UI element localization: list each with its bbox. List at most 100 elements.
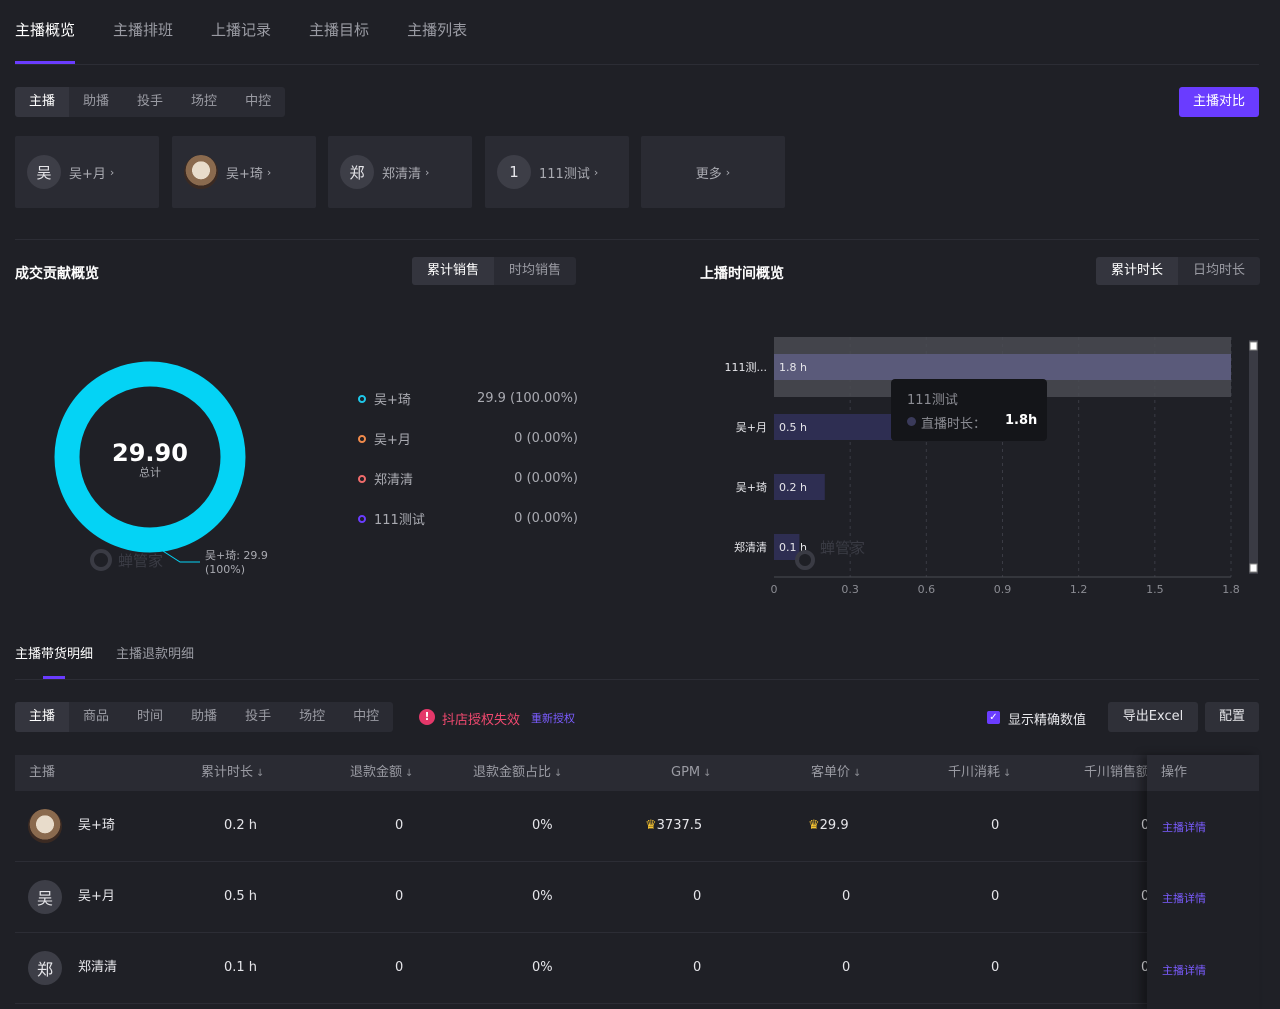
filter-ad-buyer[interactable]: 投手 (231, 702, 285, 732)
tab-cumulative-sales[interactable]: 累计销售 (412, 257, 495, 285)
more-label: 更多 (695, 166, 722, 182)
auth-warning-text: 抖店授权失效 (442, 713, 521, 728)
contribution-tabs: 累计销售 时均销售 (412, 257, 577, 285)
sort-icon[interactable]: ↓ (853, 768, 861, 779)
filter-product[interactable]: 商品 (69, 702, 123, 732)
role-ad-buyer[interactable]: 投手 (123, 87, 177, 117)
tooltip-title: 111测试 (907, 393, 958, 408)
tab-daily-duration[interactable]: 日均时长 (1178, 257, 1260, 285)
col-aov[interactable]: 客单价 ↓ (811, 755, 861, 792)
legend-dot (358, 434, 366, 443)
legend-item[interactable]: 郑清清 0 (0.00%) (358, 469, 578, 488)
zoom-handle-top[interactable] (1249, 341, 1258, 351)
bar[interactable] (774, 354, 1231, 380)
role-assistant[interactable]: 助播 (69, 87, 123, 117)
zoom-handle-bottom[interactable] (1249, 563, 1258, 573)
filter-time[interactable]: 时间 (123, 702, 177, 732)
anchor-name: 吴+月 (69, 166, 106, 182)
tab-schedule[interactable]: 主播排班 (94, 0, 192, 64)
tab-goals[interactable]: 主播目标 (290, 0, 388, 64)
tab-refund-detail[interactable]: 主播退款明细 (116, 643, 194, 662)
filter-segment: 主播 商品 时间 助播 投手 场控 中控 (15, 702, 394, 732)
filter-assistant[interactable]: 助播 (177, 702, 231, 732)
role-field-control[interactable]: 场控 (177, 87, 231, 117)
col-qc-cost-label: 千川消耗 (948, 765, 1001, 780)
x-tick-label: 0.3 (841, 583, 859, 596)
x-tick-label: 1.2 (1070, 583, 1088, 596)
anchor-detail-link[interactable]: 主播详情 (1162, 962, 1206, 978)
anchor-name: 吴+琦 (226, 166, 263, 182)
legend-item[interactable]: 111测试 0 (0.00%) (358, 509, 578, 528)
aov-value: 29.9 (819, 818, 849, 833)
tab-overview[interactable]: 主播概览 (15, 0, 94, 64)
refund-value: 0 (395, 960, 404, 975)
tab-sales-detail[interactable]: 主播带货明细 (15, 643, 93, 662)
role-anchor[interactable]: 主播 (15, 87, 70, 117)
tab-cumulative-duration[interactable]: 累计时长 (1096, 257, 1179, 285)
avatar (28, 809, 62, 843)
anchor-card[interactable]: 1 111测试 › (485, 136, 629, 208)
config-button[interactable]: 配置 (1205, 702, 1259, 732)
sort-icon[interactable]: ↓ (256, 768, 264, 779)
gpm-value: 0 (693, 960, 702, 975)
col-refund-ratio[interactable]: 退款金额占比 ↓ (473, 755, 562, 792)
aov-value: 0 (842, 960, 851, 975)
chevron-right-icon: › (425, 165, 430, 179)
anchor-detail-link[interactable]: 主播详情 (1162, 819, 1206, 835)
contribution-title: 成交贡献概览 (15, 266, 99, 282)
precise-checkbox[interactable]: ✓ (987, 711, 1000, 724)
legend-item[interactable]: 吴+琦 29.9 (100.00%) (358, 389, 578, 408)
filter-field-control[interactable]: 场控 (285, 702, 339, 732)
bar-value-label: 0.2 h (779, 481, 807, 494)
avatar: 1 (497, 155, 531, 189)
anchor-card[interactable]: 吴 吴+月 › (15, 136, 159, 208)
avatar (184, 155, 218, 189)
anchor-name: 吴+琦 (78, 818, 115, 833)
filter-central-control[interactable]: 中控 (339, 702, 393, 732)
y-category-label: 吴+琦 (736, 481, 767, 494)
anchor-card[interactable]: 郑 郑清清 › (328, 136, 472, 208)
col-gpm[interactable]: GPM ↓ (671, 755, 712, 792)
compare-anchors-button[interactable]: 主播对比 (1179, 87, 1259, 117)
more-anchors-card[interactable]: 更多 › (641, 136, 785, 208)
sort-icon[interactable]: ↓ (1003, 768, 1011, 779)
legend-item[interactable]: 吴+月 0 (0.00%) (358, 429, 578, 448)
tab-hourly-sales[interactable]: 时均销售 (494, 257, 576, 285)
anchor-card[interactable]: 吴+琦 › (172, 136, 316, 208)
legend-value: 0 (0.00%) (514, 471, 578, 486)
action-column: 操作 主播详情 主播详情 主播详情 (1147, 755, 1259, 1009)
anchor-detail-link[interactable]: 主播详情 (1162, 890, 1206, 906)
callout-percent: (100%) (205, 563, 245, 576)
legend-dot (358, 474, 366, 483)
col-duration[interactable]: 累计时长 ↓ (201, 755, 264, 792)
divider (15, 679, 1259, 680)
anchor-name: 郑清清 (78, 960, 118, 975)
watermark: 蝉管家 (118, 552, 163, 570)
col-qc-cost[interactable]: 千川消耗 ↓ (948, 755, 1011, 792)
col-anchor: 主播 (29, 765, 56, 780)
sort-icon[interactable]: ↓ (405, 768, 413, 779)
table-row: 郑 郑清清 0.1 h 0 0% 0 0 0 0 (15, 933, 1259, 1004)
refund-value: 0 (395, 818, 404, 833)
warning-icon: ! (419, 709, 435, 725)
col-qc-sales[interactable]: 千川销售额 (1084, 755, 1149, 791)
col-refund[interactable]: 退款金额 ↓ (350, 755, 413, 792)
x-tick-label: 1.5 (1146, 583, 1164, 596)
role-central-control[interactable]: 中控 (231, 87, 285, 117)
chevron-right-icon: › (593, 165, 599, 179)
filter-anchor[interactable]: 主播 (15, 702, 70, 732)
tab-list[interactable]: 主播列表 (388, 0, 486, 64)
divider (15, 239, 1259, 240)
x-tick-label: 0 (771, 583, 778, 596)
reauth-link[interactable]: 重新授权 (531, 710, 575, 726)
avatar: 吴 (27, 155, 61, 189)
zoom-scrollbar[interactable] (1249, 340, 1258, 574)
precise-checkbox-label[interactable]: 显示精确数值 (1008, 709, 1086, 728)
sort-icon[interactable]: ↓ (703, 768, 711, 779)
table-row: 吴+琦 0.2 h 0 0% ♛3737.5 ♛29.9 0 0 (15, 791, 1259, 862)
col-action: 操作 (1161, 765, 1188, 780)
sort-icon[interactable]: ↓ (554, 768, 562, 779)
tab-records[interactable]: 上播记录 (192, 0, 290, 64)
export-excel-button[interactable]: 导出Excel (1108, 702, 1198, 732)
watermark-logo-icon (90, 549, 112, 571)
